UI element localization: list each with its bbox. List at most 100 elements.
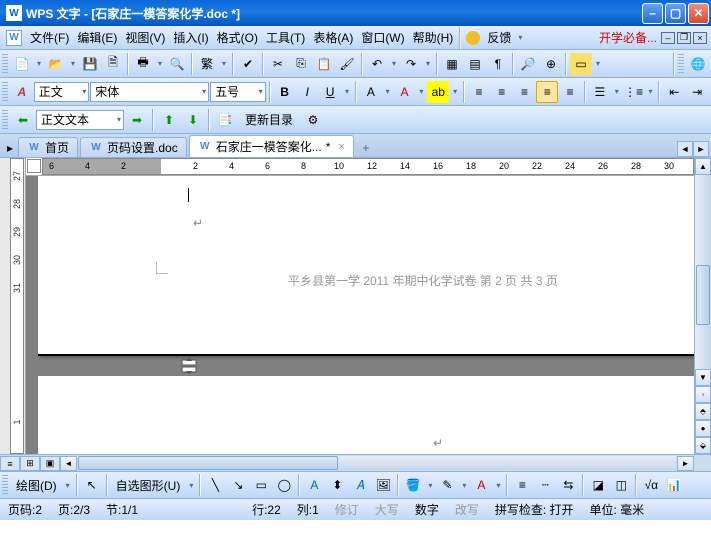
menu-tools[interactable]: 工具(T) (262, 26, 309, 49)
equation-button[interactable]: √α (640, 474, 662, 496)
status-pagecode[interactable]: 页码:2 (4, 501, 46, 518)
scroll-left-button[interactable]: ◄ (60, 456, 77, 471)
simplified-traditional-button[interactable]: 繁 (196, 53, 218, 75)
textbox-button[interactable]: A (303, 474, 325, 496)
update-toc-button[interactable]: 更新目录 (238, 109, 300, 131)
3d-button[interactable]: ◫ (610, 474, 632, 496)
spellcheck-button[interactable]: ✔ (237, 53, 259, 75)
font-color-draw-button[interactable]: A (470, 474, 492, 496)
chart-button[interactable]: 📊 (663, 474, 685, 496)
new-tab-button[interactable]: + (356, 139, 376, 157)
menu-format[interactable]: 格式(O) (213, 26, 262, 49)
align-distribute-button[interactable]: ≡ (559, 81, 581, 103)
promote-button[interactable]: ⬅ (12, 109, 34, 131)
vertical-textbox-button[interactable]: ⬍ (326, 474, 348, 496)
vertical-ruler[interactable]: 27 28 29 30 31 1 (0, 158, 26, 454)
scroll-down-button[interactable]: ▼ (695, 369, 711, 386)
maximize-button[interactable]: ▢ (665, 3, 686, 24)
doc-minimize[interactable]: – (661, 32, 675, 44)
increase-indent-button[interactable]: ⇥ (686, 81, 708, 103)
tab-list-button[interactable]: ▸ (2, 139, 18, 157)
feedback-dropdown[interactable]: ▾ (515, 33, 525, 42)
menu-help[interactable]: 帮助(H) (409, 26, 458, 49)
print-dropdown[interactable]: ▾ (155, 59, 165, 68)
tab-shijiazhuang[interactable]: W 石家庄一模答案化... * × (189, 135, 354, 157)
prev-page-button[interactable]: ⬘ (695, 403, 711, 420)
page-2[interactable]: ↵ 平乡县第一学 2011 年期中化学试卷 第 2 页 共 3 页 (38, 176, 694, 356)
status-unit[interactable]: 单位: 毫米 (586, 501, 649, 518)
toolbar-grip[interactable] (2, 82, 8, 102)
internet-button[interactable]: 🌐 (687, 53, 709, 75)
show-marks-button[interactable]: ¶ (487, 53, 509, 75)
scroll-thumb[interactable] (696, 265, 710, 325)
toolbar-grip[interactable] (2, 475, 8, 495)
next-page-button[interactable]: ⬙ (695, 437, 711, 454)
doc-restore[interactable]: ❐ (677, 32, 691, 44)
draw-menu[interactable]: 绘图(D) (11, 474, 62, 496)
bold-button[interactable]: B (274, 81, 296, 103)
line-style-button[interactable]: ≡ (511, 474, 533, 496)
toolbar-grip[interactable] (2, 54, 8, 74)
style-combo[interactable]: 正文▾ (34, 82, 90, 102)
print-button[interactable]: 🖶 (132, 53, 154, 75)
highlight-color-button[interactable]: ab (427, 81, 449, 103)
autoshapes-menu[interactable]: 自选图形(U) (111, 474, 186, 496)
page-break-handle[interactable] (174, 358, 204, 374)
browse-object-button[interactable]: ◦ (695, 386, 711, 403)
align-left-button[interactable]: ≡ (468, 81, 490, 103)
toc-icon[interactable]: 📑 (214, 109, 236, 131)
paste-button[interactable]: 📋 (313, 53, 335, 75)
toc-settings-button[interactable]: ⚙ (302, 109, 324, 131)
arrow-style-button[interactable]: ⇆ (557, 474, 579, 496)
font-size-button[interactable]: A (360, 81, 382, 103)
line-color-button[interactable]: ✎ (436, 474, 458, 496)
toolbar-grip[interactable] (2, 110, 8, 130)
horizontal-scrollbar[interactable] (78, 456, 676, 470)
status-column[interactable]: 列:1 (293, 501, 323, 518)
menu-insert[interactable]: 插入(I) (169, 26, 212, 49)
zoom-button[interactable]: ⊕ (540, 53, 562, 75)
columns-button[interactable]: ▤ (464, 53, 486, 75)
status-section[interactable]: 节:1/1 (102, 501, 142, 518)
align-right-button[interactable]: ≡ (514, 81, 536, 103)
outline-level-combo[interactable]: 正文文本▾ (36, 110, 124, 130)
insert-table-button[interactable]: ▦ (441, 53, 463, 75)
tab-close-icon[interactable]: × (338, 141, 344, 153)
bullets-button[interactable]: ☰ (589, 81, 611, 103)
align-justify-button[interactable]: ≡ (536, 81, 558, 103)
close-button[interactable]: ✕ (688, 3, 709, 24)
minimize-button[interactable]: – (642, 3, 663, 24)
open-button[interactable]: 📂 (45, 53, 67, 75)
doc-close[interactable]: × (693, 32, 707, 44)
template-button[interactable]: 🗎 (102, 53, 124, 75)
scroll-up-button[interactable]: ▲ (695, 158, 711, 175)
numbering-button[interactable]: ⋮≡ (623, 81, 645, 103)
line-button[interactable]: ╲ (204, 474, 226, 496)
open-dropdown[interactable]: ▾ (68, 59, 78, 68)
tab-pagesetup[interactable]: W 页码设置.doc (80, 137, 187, 157)
menu-window[interactable]: 窗口(W) (357, 26, 408, 49)
status-caps[interactable]: 大写 (371, 501, 403, 518)
format-painter-button[interactable]: 🖌 (336, 53, 358, 75)
tab-selector[interactable] (27, 159, 41, 173)
font-color-button[interactable]: A (394, 81, 416, 103)
status-page[interactable]: 页:2/3 (54, 501, 94, 518)
move-up-button[interactable]: ⬆ (158, 109, 180, 131)
print-preview-button[interactable]: 🔍 (166, 53, 188, 75)
vertical-scrollbar[interactable]: ▲ ▼ ◦ ⬘ ● ⬙ (694, 158, 711, 454)
font-combo[interactable]: 宋体▾ (90, 82, 209, 102)
insert-picture-button[interactable]: 🖼 (372, 474, 394, 496)
dash-style-button[interactable]: ┄ (534, 474, 556, 496)
copy-button[interactable]: ⎘ (290, 53, 312, 75)
highlight-button[interactable]: ▭ (570, 53, 592, 75)
wordart-button[interactable]: 𝐴 (349, 474, 371, 496)
status-revision[interactable]: 修订 (331, 501, 363, 518)
new-button[interactable]: 📄 (11, 53, 33, 75)
select-objects-button[interactable]: ↖ (81, 474, 103, 496)
shadow-button[interactable]: ◪ (587, 474, 609, 496)
horizontal-ruler[interactable]: 6 4 2 2 4 6 8 10 12 14 16 18 20 22 24 26… (26, 158, 694, 176)
page-canvas[interactable]: ↵ 平乡县第一学 2011 年期中化学试卷 第 2 页 共 3 页 ↵ (26, 176, 694, 454)
underline-button[interactable]: U (319, 81, 341, 103)
menu-file[interactable]: 文件(F) (26, 26, 73, 49)
page-3[interactable]: ↵ (38, 376, 694, 454)
